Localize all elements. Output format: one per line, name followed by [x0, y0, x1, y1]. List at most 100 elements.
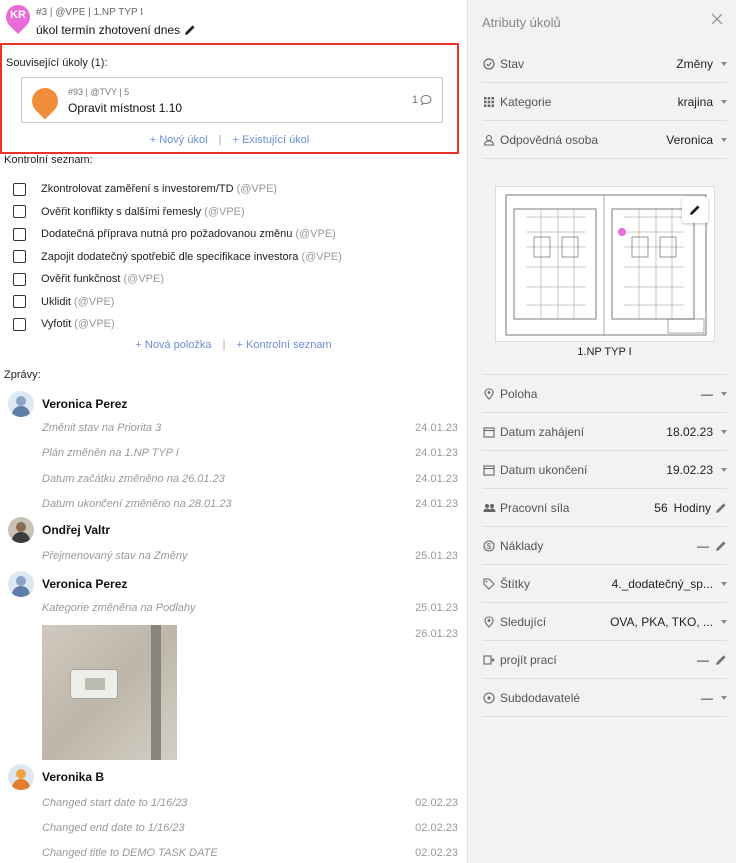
message-date: 24.01.23 [415, 447, 458, 459]
new-checklist-link[interactable]: + Kontrolní seznam [237, 339, 332, 351]
related-task-meta: #93 | @TVY | 5 [68, 87, 130, 97]
attr-naklady[interactable]: $ Náklady — [482, 527, 727, 565]
dollar-icon: $ [482, 539, 496, 553]
attr-subdodavatele[interactable]: Subdodavatelé — [482, 679, 727, 717]
attr-value: krajina [677, 94, 713, 109]
attr-projit-praci[interactable]: projít prací — [482, 641, 727, 679]
attributes-panel: Atributy úkolů Stav Změny Kategorie kraj… [467, 0, 736, 863]
checkbox[interactable] [13, 227, 26, 241]
close-icon[interactable] [710, 12, 724, 26]
new-item-link[interactable]: + Nová položka [135, 339, 211, 351]
attr-value: — [701, 690, 713, 705]
pencil-icon[interactable] [184, 24, 196, 36]
chevron-down-icon [721, 619, 727, 624]
message-date: 24.01.23 [415, 473, 458, 485]
related-task-pin-icon [26, 82, 64, 120]
attr-stitky[interactable]: Štítky 4._dodatečný_sp... [482, 565, 727, 603]
checkbox[interactable] [13, 182, 26, 196]
new-task-link[interactable]: + Nový úkol [150, 134, 208, 146]
message-date: 25.01.23 [415, 602, 458, 614]
checkbox[interactable] [13, 317, 26, 331]
task-title[interactable]: úkol termín zhotovení dnes [36, 23, 196, 37]
chevron-down-icon [721, 391, 727, 396]
attr-osoba[interactable]: Odpovědná osoba Veronica [482, 121, 727, 159]
message-line: Changed start date to 1/16/23 02.02.23 [42, 797, 458, 809]
related-task-comments: 1 [412, 94, 432, 106]
message-line: Datum začátku změněno na 26.01.23 24.01.2… [42, 473, 458, 485]
message-line: Changed title to DEMO TASK DATE 02.02.23 [42, 847, 458, 859]
attr-value: — [697, 538, 709, 553]
checklist-item: Ověřit konflikty s dalšími řemesly (@VPE) [13, 201, 342, 224]
checklist-item: Dodatečná příprava nutná pro požadovanou… [13, 223, 342, 246]
attr-label: Stav [500, 56, 525, 71]
message-date: 25.01.23 [415, 550, 458, 562]
checklist-item: Zapojit dodatečný spotřebič dle specifik… [13, 246, 342, 269]
attr-datum-zahajeni[interactable]: Datum zahájení 18.02.23 [482, 413, 727, 451]
pencil-icon[interactable] [715, 502, 727, 514]
attr-kategorie[interactable]: Kategorie krajina [482, 83, 727, 121]
checklist-title: Kontrolní seznam: [4, 154, 93, 166]
checklist-item-owner: (@VPE) [123, 273, 164, 286]
location-icon [482, 387, 496, 401]
plan-thumbnail[interactable] [495, 186, 715, 342]
checkbox[interactable] [13, 205, 26, 219]
message-line: Přejmenovaný stav na Změny 25.01.23 [42, 550, 458, 562]
pencil-icon[interactable] [715, 540, 727, 552]
existing-task-link[interactable]: + Existující úkol [233, 134, 310, 146]
related-task-card[interactable]: #93 | @TVY | 5 Opravit místnost 1.10 1 [21, 77, 443, 123]
message-text: Changed start date to 1/16/23 [42, 797, 188, 809]
message-line: Kategorie změněna na Podlahy 25.01.23 [42, 602, 458, 614]
message-author: Veronika B [8, 764, 104, 790]
task-detail-panel: KR #3 | @VPE | 1.NP TYP I úkol termín zh… [0, 0, 467, 863]
attr-label: Odpovědná osoba [500, 132, 599, 147]
message-text: Changed end date to 1/16/23 [42, 822, 185, 834]
avatar [8, 517, 34, 543]
attr-label: Pracovní síla [500, 500, 570, 515]
checklist-item: Uklidit (@VPE) [13, 291, 342, 314]
attr-value: 18.02.23 [666, 424, 713, 439]
attr-sledujici[interactable]: Sledující OVA, PKA, TKO, ... [482, 603, 727, 641]
checklist-item: Zkontrolovat zaměření s investorem/TD (@V… [13, 178, 342, 201]
checkbox[interactable] [13, 272, 26, 286]
avatar [8, 571, 34, 597]
attr-label: Datum zahájení [500, 424, 585, 439]
calendar-icon [482, 425, 496, 439]
checklist-actions: + Nová položka | + Kontrolní seznam [0, 339, 467, 351]
edit-plan-button[interactable] [682, 197, 708, 223]
checklist-item-text: Zkontrolovat zaměření s investorem/TD [41, 183, 234, 196]
attr-datum-ukonceni[interactable]: Datum ukončení 19.02.23 [482, 451, 727, 489]
attr-stav[interactable]: Stav Změny [482, 45, 727, 83]
attr-unit: Hodiny [673, 500, 711, 515]
message-author: Veronica Perez [8, 571, 127, 597]
attr-value: Změny [676, 56, 713, 71]
walkthrough-icon [482, 653, 496, 667]
add-circle-icon [482, 691, 496, 705]
task-title-text: úkol termín zhotovení dnes [36, 23, 181, 37]
message-line: Datum ukončení změněno na 28.01.23 24.01.… [42, 498, 458, 510]
message-text: Kategorie změněna na Podlahy [42, 602, 196, 614]
comment-count: 1 [411, 94, 418, 106]
pencil-icon[interactable] [715, 654, 727, 666]
checklist-item-owner: (@VPE) [301, 250, 342, 263]
message-author: Veronica Perez [8, 391, 127, 417]
status-icon [482, 57, 496, 71]
message-date: 24.01.23 [415, 422, 458, 434]
checkbox[interactable] [13, 250, 26, 264]
task-meta: #3 | @VPE | 1.NP TYP I [36, 7, 144, 18]
tag-icon [482, 577, 496, 591]
attached-photo[interactable] [42, 625, 177, 760]
checkbox[interactable] [13, 295, 26, 309]
attr-poloha[interactable]: Poloha — [482, 375, 727, 413]
attr-value: 56 [654, 500, 668, 515]
author-name: Veronika B [42, 770, 105, 784]
task-pin-initials: KR [10, 9, 26, 21]
user-icon [482, 133, 496, 147]
comment-icon [420, 94, 432, 106]
checklist-item: Vyfotit (@VPE) [13, 313, 342, 336]
related-task-title: Opravit místnost 1.10 [68, 101, 183, 115]
author-name: Ondřej Valtr [42, 523, 111, 537]
attr-pracovni-sila[interactable]: Pracovní síla 56 Hodiny [482, 489, 727, 527]
message-text: Datum ukončení změněno na 28.01.23 [42, 498, 232, 510]
related-actions: + Nový úkol | + Existující úkol [2, 134, 457, 146]
attr-value: OVA, PKA, TKO, ... [610, 614, 713, 629]
